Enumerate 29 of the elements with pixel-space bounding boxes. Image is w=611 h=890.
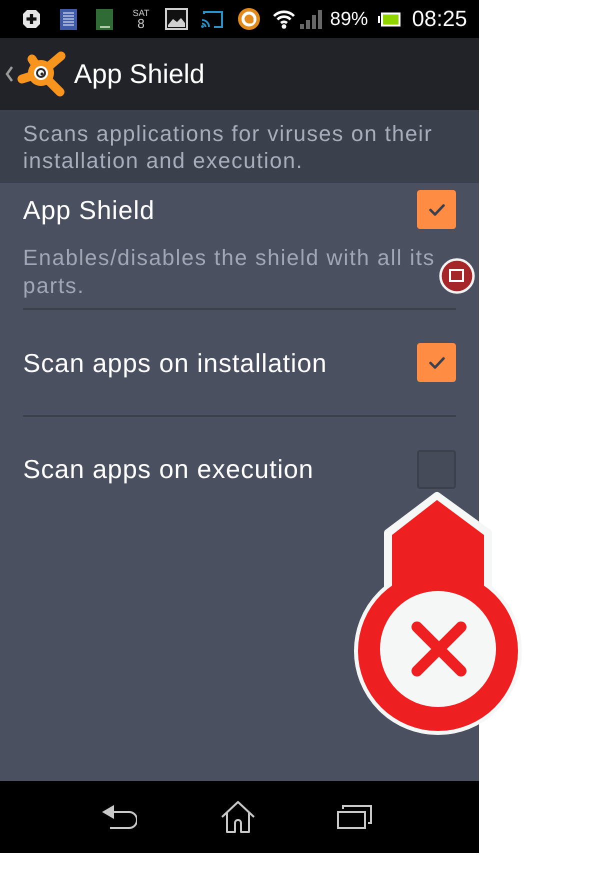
splat-logo-icon [17, 50, 67, 98]
document-icon [60, 8, 77, 30]
image-icon [165, 8, 188, 30]
setting-summary: Enables/disables the shield with all its parts. [23, 244, 436, 300]
cast-icon [201, 10, 223, 28]
wifi-icon [273, 9, 295, 29]
checkbox[interactable] [417, 343, 456, 382]
battery-icon [378, 12, 402, 26]
status-date: 8 [137, 18, 145, 30]
book-icon [96, 8, 113, 30]
setting-title: Scan apps on execution [23, 454, 314, 484]
signal-icon [300, 9, 322, 29]
status-day: SAT [132, 8, 150, 18]
back-chevron-icon[interactable] [5, 66, 13, 82]
cross-badge-icon [23, 10, 40, 28]
check-icon [428, 204, 444, 216]
back-icon[interactable] [102, 805, 137, 829]
setting-title: Scan apps on installation [23, 348, 328, 378]
home-icon[interactable] [221, 801, 255, 833]
recents-icon[interactable] [337, 805, 372, 829]
status-time: 08:25 [412, 8, 468, 30]
checkbox[interactable] [417, 190, 456, 229]
ring-app-icon [238, 8, 260, 30]
screen-title: App Shield [74, 60, 205, 88]
check-icon [428, 356, 444, 368]
setting-title: App Shield [23, 194, 155, 224]
battery-percent: 89% [330, 10, 368, 28]
x-pin-marker-icon [351, 491, 525, 737]
screen-description: Scans applications for viruses on their installation and execution. [23, 120, 434, 174]
